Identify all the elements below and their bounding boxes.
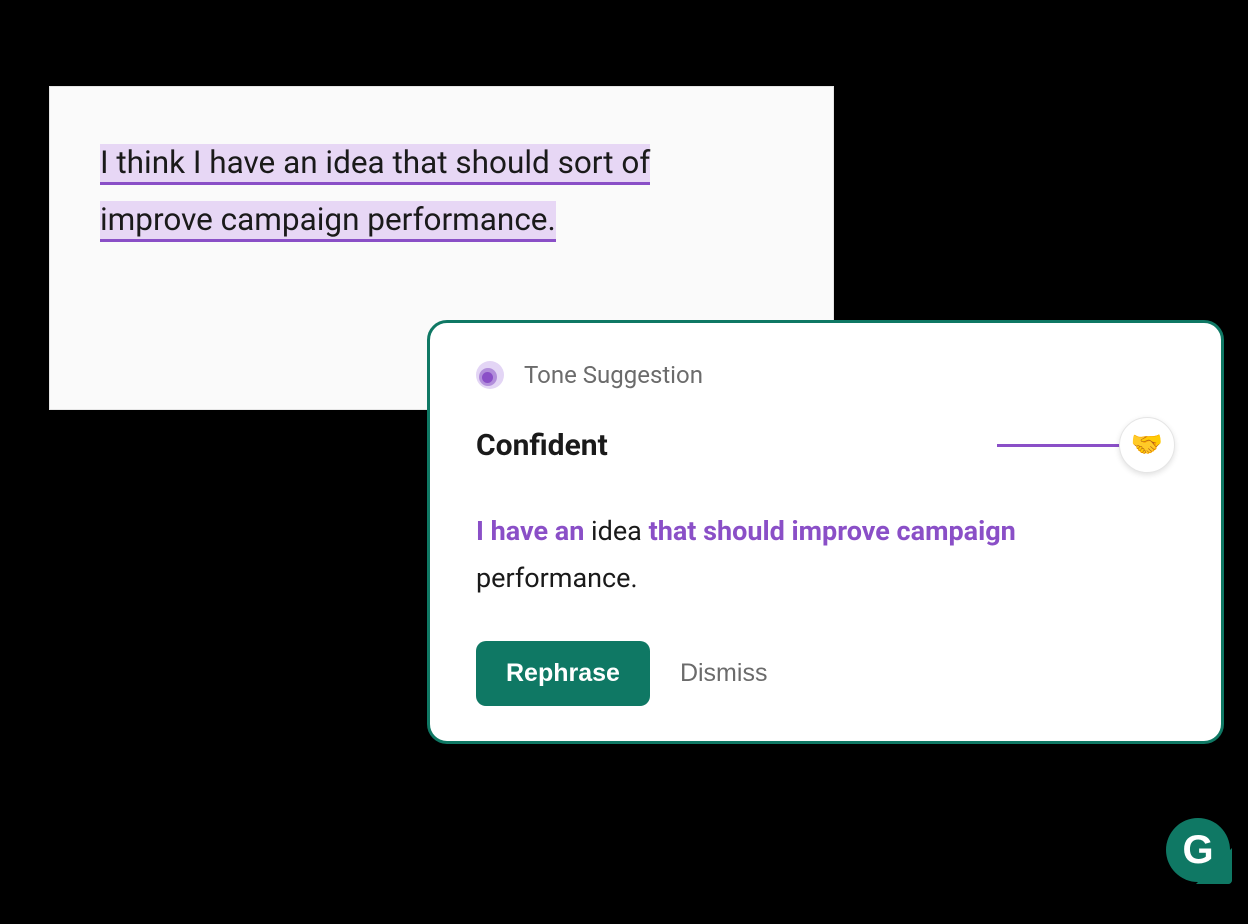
suggestion-rewrite-text: I have an idea that should improve campa… xyxy=(476,508,1175,603)
suggestion-actions: Rephrase Dismiss xyxy=(476,641,1175,706)
tone-icon xyxy=(476,361,504,389)
suggestion-header: Tone Suggestion xyxy=(476,361,1175,389)
highlighted-line-1: I think I have an idea that should sort … xyxy=(100,144,650,185)
rewrite-seg3: that should improve campaign xyxy=(649,515,1016,547)
rewrite-seg1: I have an xyxy=(476,515,584,547)
suggestion-title-row: Confident 🤝 xyxy=(476,417,1175,473)
tone-title: Confident xyxy=(476,428,608,463)
slider-emoji[interactable]: 🤝 xyxy=(1119,417,1175,473)
rewrite-seg2: idea xyxy=(584,515,648,547)
grammarly-badge[interactable]: G xyxy=(1166,818,1230,882)
highlighted-line-2: improve campaign performance. xyxy=(100,201,556,242)
handshake-icon: 🤝 xyxy=(1131,430,1163,460)
dismiss-button[interactable]: Dismiss xyxy=(680,659,768,688)
rephrase-button[interactable]: Rephrase xyxy=(476,641,650,706)
rewrite-seg4: performance. xyxy=(476,562,638,594)
highlighted-sentence[interactable]: I think I have an idea that should sort … xyxy=(100,135,783,248)
tone-slider[interactable]: 🤝 xyxy=(997,417,1175,473)
tone-suggestion-card: Tone Suggestion Confident 🤝 I have an id… xyxy=(427,320,1224,744)
suggestion-label: Tone Suggestion xyxy=(524,361,703,389)
slider-track xyxy=(997,444,1122,447)
grammarly-logo-icon: G xyxy=(1182,830,1213,870)
